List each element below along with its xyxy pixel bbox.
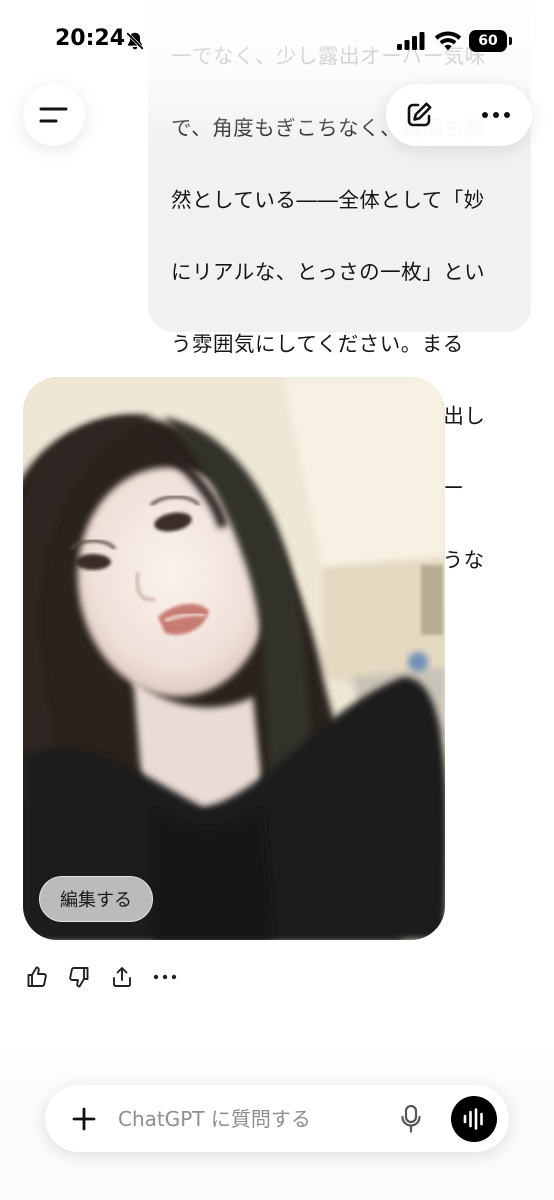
- battery-icon: 60: [469, 30, 507, 52]
- plus-icon: [72, 1107, 96, 1131]
- share-button[interactable]: [109, 964, 135, 990]
- message-input[interactable]: [118, 1103, 388, 1135]
- wifi-icon: [434, 31, 462, 51]
- thumbs-up-button[interactable]: [24, 964, 50, 990]
- selfie-photo: [23, 377, 445, 940]
- sidebar-menu-button[interactable]: [23, 84, 85, 146]
- thumbs-up-icon: [27, 966, 47, 987]
- battery-nub: [509, 37, 512, 45]
- new-chat-button[interactable]: [398, 94, 440, 136]
- dictation-button[interactable]: [397, 1103, 425, 1135]
- menu-icon: [39, 107, 68, 123]
- status-time: 20:24: [55, 26, 126, 51]
- thumbs-down-button[interactable]: [66, 964, 92, 990]
- cellular-signal-icon: [397, 32, 425, 50]
- more-options-button[interactable]: [474, 94, 518, 136]
- user-message-line: にリアルな、とっさの一枚」とい: [171, 260, 486, 284]
- share-icon: [113, 967, 131, 987]
- edit-image-button[interactable]: 編集する: [39, 876, 153, 922]
- composer: [45, 1085, 509, 1152]
- bell-slash-icon: [126, 32, 144, 50]
- chat-screen: 一でなく、少し露出オーバー気味 で、角度もぎこちなく、構図も雑 然としている――…: [0, 0, 554, 1200]
- user-message-line: 然としている――全体として「妙: [171, 188, 485, 212]
- microphone-icon: [401, 1104, 421, 1133]
- voice-mode-button[interactable]: [451, 1096, 497, 1142]
- new-chat-edit-icon: [407, 102, 432, 127]
- thumbs-down-icon: [69, 967, 89, 988]
- voice-mode-icon: [463, 1108, 483, 1130]
- more-options-icon: [482, 112, 510, 118]
- generated-image[interactable]: 編集する: [23, 377, 445, 940]
- battery-level: 60: [478, 33, 498, 49]
- more-actions-button[interactable]: [152, 964, 178, 990]
- more-horizontal-icon: [153, 974, 177, 980]
- attach-button[interactable]: [69, 1104, 99, 1134]
- header-actions: [386, 84, 532, 146]
- user-message-line: う雰囲気にしてください。まる: [171, 332, 464, 356]
